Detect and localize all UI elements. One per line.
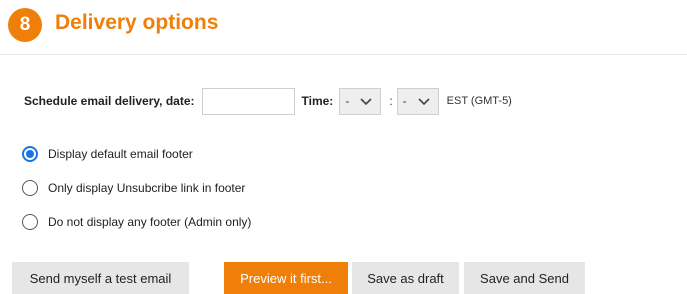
footer-option-unsubscribe-only[interactable]: Only display Unsubcribe link in footer: [22, 178, 245, 198]
timezone-label: EST (GMT-5): [446, 95, 512, 107]
chevron-down-icon: [418, 98, 430, 106]
save-and-send-button[interactable]: Save and Send: [464, 262, 585, 294]
send-test-email-button[interactable]: Send myself a test email: [12, 262, 189, 294]
minute-select[interactable]: -: [396, 87, 439, 115]
step-number-badge: 8: [8, 8, 42, 42]
hour-select-value: -: [345, 94, 350, 108]
hour-select[interactable]: -: [339, 87, 382, 115]
section-title: Delivery options: [55, 11, 219, 34]
schedule-delivery-row: Schedule email delivery, date: Time: - :…: [24, 86, 512, 116]
time-separator: :: [389, 94, 393, 108]
radio-button[interactable]: [22, 180, 38, 196]
radio-button[interactable]: [22, 214, 38, 230]
chevron-down-icon: [360, 98, 372, 106]
footer-option-label: Display default email footer: [48, 147, 193, 161]
footer-option-label: Do not display any footer (Admin only): [48, 215, 252, 229]
schedule-date-input[interactable]: [201, 87, 295, 115]
time-label: Time:: [301, 94, 334, 108]
footer-option-none[interactable]: Do not display any footer (Admin only): [22, 212, 251, 232]
footer-option-label: Only display Unsubcribe link in footer: [48, 181, 246, 195]
radio-button-selected[interactable]: [22, 146, 38, 162]
section-header: 8 Delivery options: [0, 0, 687, 55]
footer-option-default[interactable]: Display default email footer: [22, 144, 193, 164]
save-draft-button[interactable]: Save as draft: [352, 262, 459, 294]
minute-select-value: -: [402, 94, 407, 108]
preview-button[interactable]: Preview it first...: [224, 262, 348, 294]
schedule-date-label: Schedule email delivery, date:: [24, 94, 195, 108]
